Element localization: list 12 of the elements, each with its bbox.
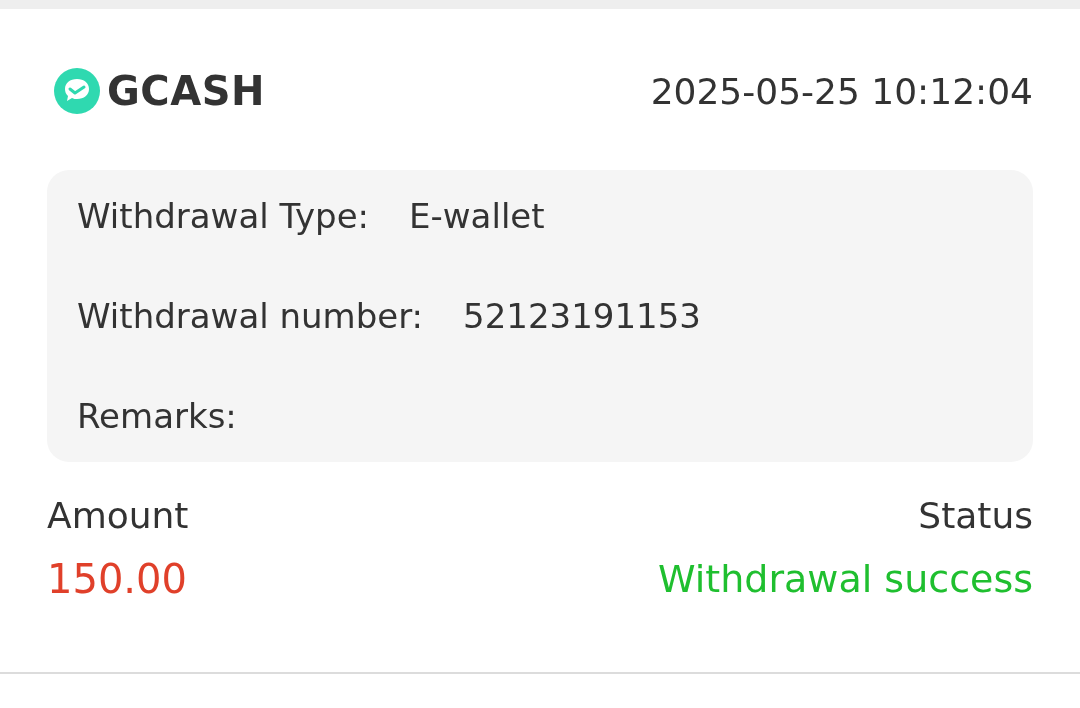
amount-label: Amount xyxy=(47,494,189,538)
provider-name: GCASH xyxy=(107,68,265,114)
status-value: Withdrawal success xyxy=(658,556,1033,602)
detail-label: Withdrawal Type: xyxy=(77,195,370,238)
detail-value: 52123191153 xyxy=(463,295,701,338)
detail-value: E-wallet xyxy=(409,195,545,238)
detail-label: Remarks: xyxy=(77,395,237,438)
detail-label: Withdrawal number: xyxy=(77,295,424,338)
status-label: Status xyxy=(918,494,1033,538)
chat-bubble-check-icon xyxy=(53,67,101,115)
amount-value: 150.00 xyxy=(47,556,188,602)
transaction-datetime: 2025-05-25 10:12:04 xyxy=(650,70,1033,112)
